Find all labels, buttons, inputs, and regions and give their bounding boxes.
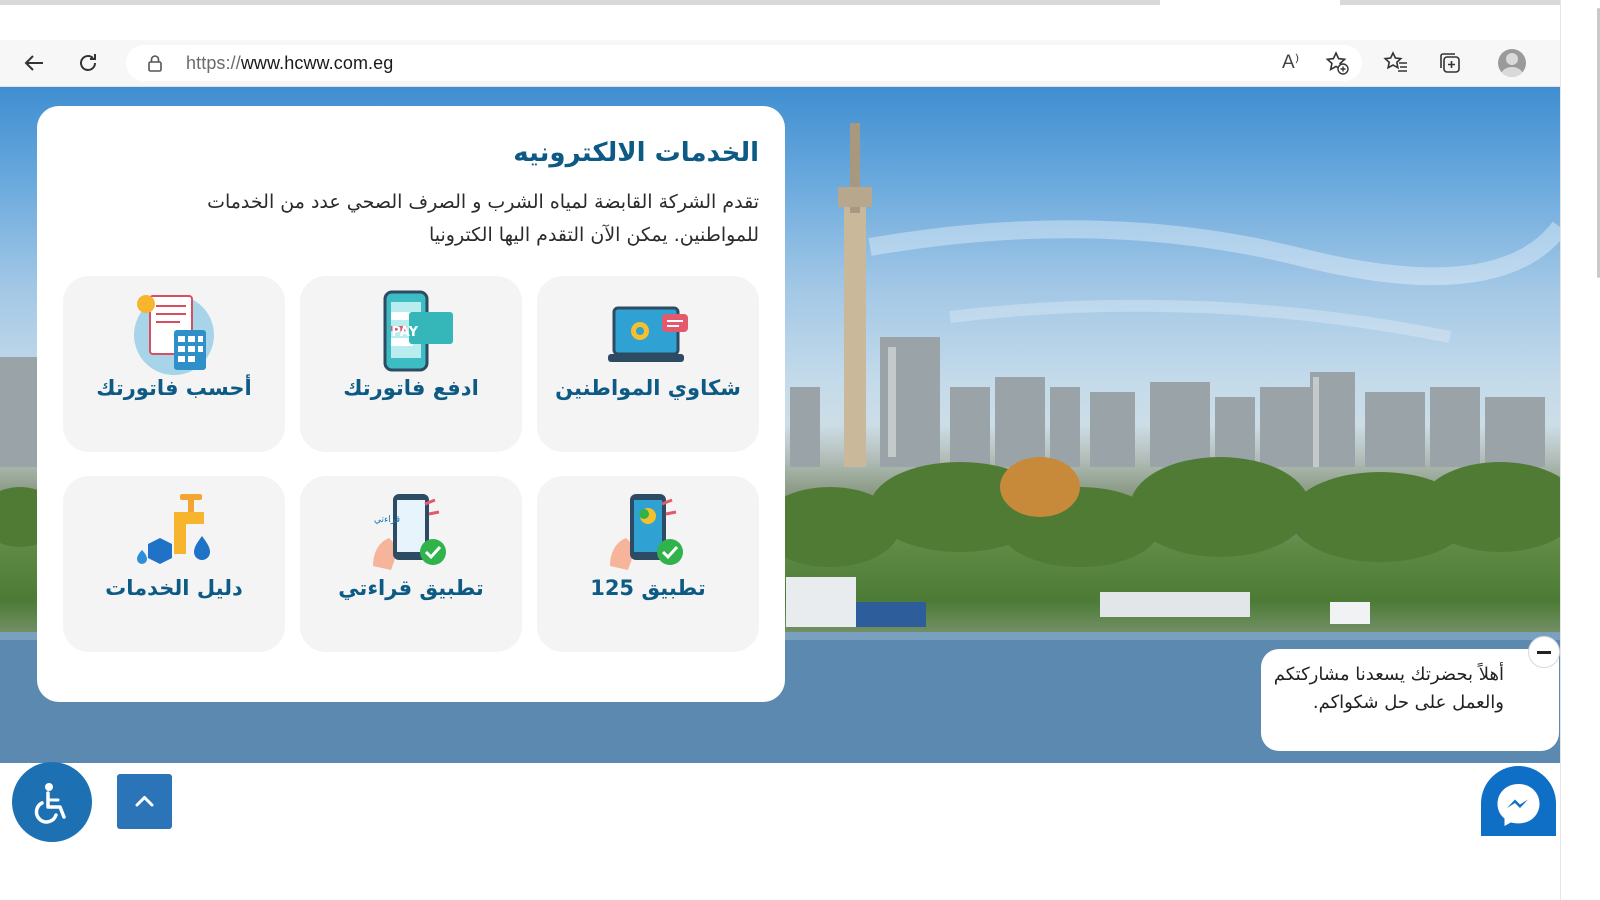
tile-label: ادفع فاتورتك	[343, 376, 479, 400]
phone-app-check-icon: قراءتي	[373, 494, 446, 570]
active-tab[interactable]	[1160, 0, 1340, 5]
window-scrollbar[interactable]	[1560, 0, 1600, 900]
tile-125-app[interactable]: تطبيق 125	[537, 476, 759, 652]
scroll-to-top-button[interactable]	[117, 774, 172, 829]
collections-icon	[1440, 53, 1460, 73]
lock-icon[interactable]	[146, 54, 164, 72]
browser-toolbar: https://www.hcww.com.eg A⁾	[0, 40, 1560, 87]
refresh-button[interactable]	[72, 47, 104, 79]
back-arrow-icon	[24, 55, 43, 71]
services-description: تقدم الشركة القابضة لمياه الشرب و الصرف …	[207, 191, 759, 246]
tile-label: شكاوي المواطنين	[555, 376, 741, 400]
url-host: www.hcww.com.eg	[240, 53, 394, 73]
tile-label: أحسب فاتورتك	[96, 376, 252, 400]
favorites-button[interactable]	[1380, 47, 1412, 79]
url-text[interactable]: https://www.hcww.com.eg	[186, 53, 393, 74]
chat-close-button[interactable]	[1528, 636, 1560, 668]
svg-text:قراءتي: قراءتي	[374, 515, 400, 525]
tile-label: دليل الخدمات	[105, 576, 243, 600]
tile-qeraaty-app[interactable]: قراءتي تطبيق قراءتي	[300, 476, 522, 652]
collections-button[interactable]	[1434, 47, 1466, 79]
accessibility-button[interactable]	[12, 762, 92, 842]
tile-services-guide[interactable]: دليل الخدمات	[63, 476, 285, 652]
wheelchair-icon	[34, 783, 66, 824]
browser-tab-strip	[0, 0, 1560, 40]
phone-pay-card-icon: PAY	[383, 290, 453, 372]
tile-citizen-complaints[interactable]: شكاوي المواطنين	[537, 276, 759, 452]
tile-label: تطبيق 125	[590, 576, 706, 600]
url-scheme: https://	[186, 53, 241, 73]
e-services-card: الخدمات الالكترونيه تقدم الشركة القابضة …	[37, 106, 785, 702]
water-tap-icon	[137, 494, 210, 564]
read-aloud-button[interactable]: A⁾	[1282, 51, 1299, 74]
tile-calculate-bill[interactable]: أحسب فاتورتك	[63, 276, 285, 452]
laptop-complaint-icon	[608, 306, 688, 362]
address-bar[interactable]: https://www.hcww.com.eg A⁾	[126, 45, 1362, 81]
back-button[interactable]	[18, 47, 50, 79]
tile-label: تطبيق قراءتي	[338, 576, 484, 600]
chat-greeting-bubble[interactable]: أهلاً بحضرتك يسعدنا مشاركتكم والعمل على …	[1261, 649, 1559, 751]
refresh-icon	[80, 54, 96, 71]
favorites-list-icon	[1383, 51, 1407, 72]
phone-app-check-icon	[610, 494, 683, 570]
chat-message: أهلاً بحضرتك يسعدنا مشاركتكم والعمل على …	[1273, 664, 1504, 713]
tile-pay-bill[interactable]: PAY ادفع فاتورتك	[300, 276, 522, 452]
messenger-icon	[1497, 784, 1540, 826]
add-favorite-icon[interactable]	[1324, 50, 1350, 76]
svg-text:PAY: PAY	[391, 325, 418, 340]
profile-avatar[interactable]	[1498, 49, 1526, 77]
services-title: الخدمات الالكترونيه	[513, 138, 759, 168]
chevron-up-icon	[135, 796, 154, 807]
messenger-chat-button[interactable]	[1481, 766, 1556, 836]
calculator-bill-icon	[134, 295, 214, 375]
